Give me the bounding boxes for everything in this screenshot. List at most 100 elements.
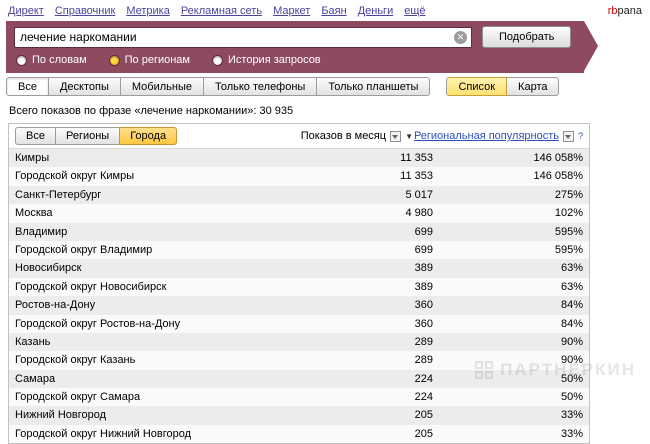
filter-tabs-row: Все Десктопы Мобильные Только телефоны Т… bbox=[6, 77, 650, 96]
popularity-value: 146 058% bbox=[433, 149, 583, 167]
username: rbpana bbox=[608, 5, 642, 17]
device-tab-mobile[interactable]: Мобильные bbox=[121, 77, 204, 96]
table-row: Нижний Новгород20533% bbox=[9, 406, 589, 424]
device-tab-phones-only[interactable]: Только телефоны bbox=[204, 77, 317, 96]
shows-value: 389 bbox=[315, 278, 433, 296]
shows-value: 224 bbox=[315, 388, 433, 406]
table-row: Кимры11 353146 058% bbox=[9, 149, 589, 167]
region-name: Нижний Новгород bbox=[15, 406, 315, 424]
radio-dot-icon bbox=[212, 55, 223, 66]
results-table: Все Регионы Города Показов в месяц Регио… bbox=[8, 123, 590, 444]
nav-link-direct[interactable]: Директ bbox=[8, 5, 44, 17]
search-panel: Подобрать По словам По регионам История … bbox=[6, 21, 584, 73]
nav-link-ad-network[interactable]: Рекламная сеть bbox=[181, 5, 262, 17]
shows-value: 289 bbox=[315, 351, 433, 369]
scope-tab-all[interactable]: Все bbox=[15, 127, 56, 145]
shows-value: 360 bbox=[315, 315, 433, 333]
username-prefix: rb bbox=[608, 5, 618, 17]
region-name: Кимры bbox=[15, 149, 315, 167]
popularity-value: 102% bbox=[433, 204, 583, 222]
search-input[interactable] bbox=[14, 27, 472, 48]
table-row: Владимир699595% bbox=[9, 223, 589, 241]
region-name: Городской округ Кимры bbox=[15, 167, 315, 185]
sort-desc-icon[interactable] bbox=[405, 132, 413, 141]
popularity-value: 50% bbox=[433, 370, 583, 388]
table-row: Городской округ Новосибирск38963% bbox=[9, 278, 589, 296]
nav-link-spravochnik[interactable]: Справочник bbox=[55, 5, 116, 17]
shows-value: 360 bbox=[315, 296, 433, 314]
scope-tab-cities[interactable]: Города bbox=[120, 127, 177, 145]
device-tab-tablets-only[interactable]: Только планшеты bbox=[317, 77, 430, 96]
region-name: Ростов-на-Дону bbox=[15, 296, 315, 314]
top-nav: Директ Справочник Метрика Рекламная сеть… bbox=[0, 0, 650, 21]
view-tab-list[interactable]: Список bbox=[446, 77, 507, 96]
region-name: Городской округ Казань bbox=[15, 351, 315, 369]
table-row: Ростов-на-Дону36084% bbox=[9, 296, 589, 314]
column-header-popularity-link[interactable]: Региональная популярность bbox=[414, 130, 559, 142]
shows-value: 699 bbox=[315, 223, 433, 241]
shows-value: 11 353 bbox=[315, 167, 433, 185]
view-tab-map[interactable]: Карта bbox=[507, 77, 559, 96]
shows-value: 205 bbox=[315, 406, 433, 424]
help-icon[interactable] bbox=[578, 131, 583, 141]
region-name: Городской округ Самара bbox=[15, 388, 315, 406]
column-header-shows-label: Показов в месяц bbox=[301, 130, 386, 142]
table-row: Казань28990% bbox=[9, 333, 589, 351]
region-name: Городской округ Новосибирск bbox=[15, 278, 315, 296]
region-name: Городской округ Ростов-на-Дону bbox=[15, 315, 315, 333]
username-rest: pana bbox=[618, 5, 642, 17]
nav-link-bayan[interactable]: Баян bbox=[321, 5, 346, 17]
mode-radio-history[interactable]: История запросов bbox=[212, 54, 321, 66]
filter-icon[interactable] bbox=[563, 131, 574, 142]
popularity-value: 50% bbox=[433, 388, 583, 406]
shows-value: 224 bbox=[315, 370, 433, 388]
results-table-body: Кимры11 353146 058%Городской округ Кимры… bbox=[9, 149, 589, 443]
device-tabs: Все Десктопы Мобильные Только телефоны Т… bbox=[6, 77, 430, 96]
table-row: Санкт-Петербург5 017275% bbox=[9, 186, 589, 204]
scope-tab-regions[interactable]: Регионы bbox=[56, 127, 120, 145]
shows-value: 4 980 bbox=[315, 204, 433, 222]
mode-radio-by-regions[interactable]: По регионам bbox=[109, 54, 190, 66]
filter-icon[interactable] bbox=[390, 131, 401, 142]
region-name: Новосибирск bbox=[15, 259, 315, 277]
nav-link-more[interactable]: ещё bbox=[404, 5, 425, 17]
device-tab-desktop[interactable]: Десктопы bbox=[49, 77, 121, 96]
popularity-value: 84% bbox=[433, 296, 583, 314]
submit-button[interactable]: Подобрать bbox=[482, 26, 571, 48]
mode-label: По словам bbox=[32, 54, 87, 66]
popularity-value: 275% bbox=[433, 186, 583, 204]
shows-value: 389 bbox=[315, 259, 433, 277]
popularity-value: 33% bbox=[433, 425, 583, 443]
table-row: Городской округ Кимры11 353146 058% bbox=[9, 167, 589, 185]
region-name: Владимир bbox=[15, 223, 315, 241]
region-name: Казань bbox=[15, 333, 315, 351]
popularity-value: 63% bbox=[433, 278, 583, 296]
popularity-value: 90% bbox=[433, 333, 583, 351]
table-row: Самара22450% bbox=[9, 370, 589, 388]
nav-link-metrika[interactable]: Метрика bbox=[126, 5, 170, 17]
popularity-value: 33% bbox=[433, 406, 583, 424]
nav-link-money[interactable]: Деньги bbox=[358, 5, 394, 17]
region-name: Самара bbox=[15, 370, 315, 388]
shows-value: 5 017 bbox=[315, 186, 433, 204]
table-row: Городской округ Нижний Новгород20533% bbox=[9, 425, 589, 443]
region-name: Городской округ Нижний Новгород bbox=[15, 425, 315, 443]
table-row: Новосибирск38963% bbox=[9, 259, 589, 277]
nav-link-market[interactable]: Маркет bbox=[273, 5, 310, 17]
popularity-value: 84% bbox=[433, 315, 583, 333]
results-table-header: Все Регионы Города Показов в месяц Регио… bbox=[9, 124, 589, 149]
shows-value: 11 353 bbox=[315, 149, 433, 167]
clear-input-icon[interactable] bbox=[454, 31, 467, 44]
view-tabs: Список Карта bbox=[446, 77, 559, 96]
column-header-shows[interactable]: Показов в месяц bbox=[301, 130, 413, 142]
device-tab-all[interactable]: Все bbox=[6, 77, 49, 96]
region-name: Москва bbox=[15, 204, 315, 222]
radio-dot-icon bbox=[109, 55, 120, 66]
table-row: Городской округ Казань28990% bbox=[9, 351, 589, 369]
region-name: Санкт-Петербург bbox=[15, 186, 315, 204]
popularity-value: 90% bbox=[433, 351, 583, 369]
mode-radio-by-words[interactable]: По словам bbox=[16, 54, 87, 66]
popularity-value: 595% bbox=[433, 223, 583, 241]
table-row: Городской округ Ростов-на-Дону36084% bbox=[9, 315, 589, 333]
table-row: Городской округ Владимир699595% bbox=[9, 241, 589, 259]
